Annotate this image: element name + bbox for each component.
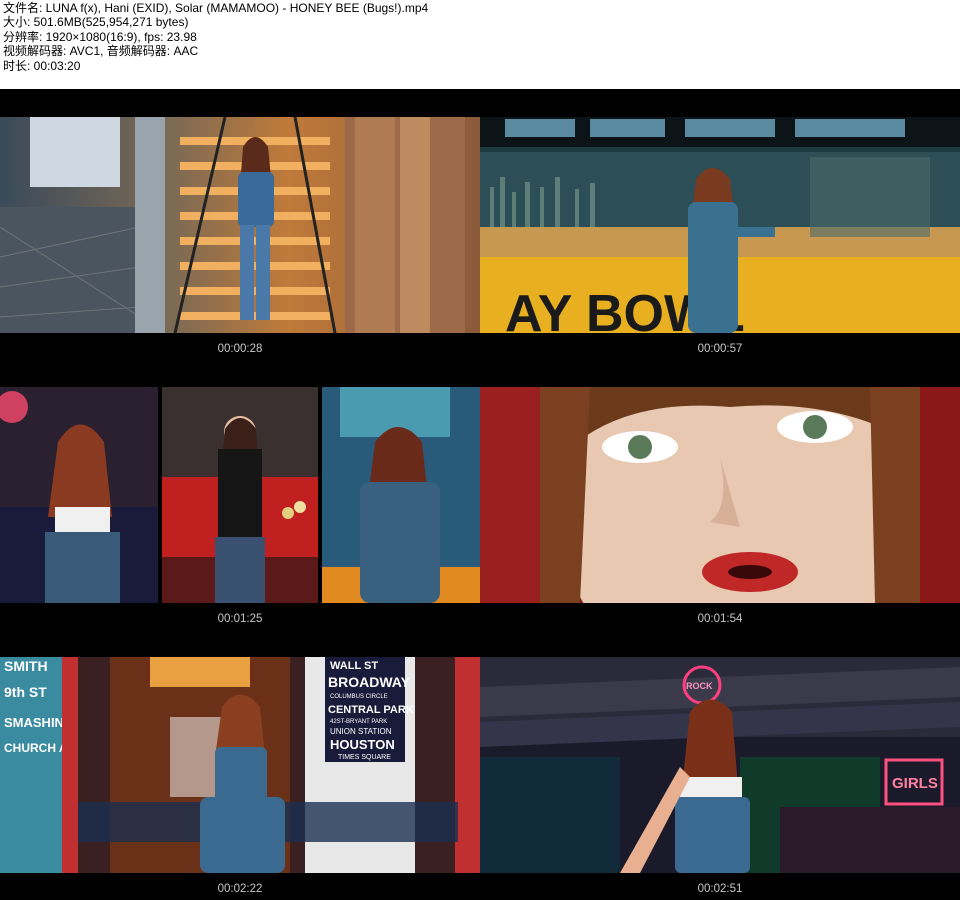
wall-text-smashin: SMASHIN [4,715,64,730]
video-resolution: 分辨率: 1920×1080(16:9), fps: 23.98 [3,29,197,44]
sign-bryant: 42ST-BRYANT PARK [330,719,387,725]
thumbnail-timestamp: 00:02:22 [217,883,263,895]
wall-text-smith: SMITH [4,658,48,674]
thumbnail-image-triptych [0,387,480,603]
file-name: 文件名: LUNA f(x), Hani (EXID), Solar (MAMA… [3,1,429,15]
thumbnail-timestamp: 00:00:57 [697,343,743,355]
thumbnail-image-closeup [480,387,960,603]
thumbnail-image-staircase [0,117,480,333]
sign-union: UNION STATION [330,727,392,736]
thumbnail-grid: 00:00:28 AY BOWL 00:00:57 00:01:25 00:01… [0,89,960,900]
thumbnail-image-neon: ROCK GIRLS [480,657,960,873]
video-duration: 时长: 00:03:20 [3,58,81,73]
sign-times-square: TIMES SQUARE [338,754,391,761]
sign-houston: HOUSTON [330,737,395,752]
neon-rock-text: ROCK [686,681,713,691]
file-size: 大小: 501.6MB(525,954,271 bytes) [3,15,189,30]
file-info-header: 文件名: LUNA f(x), Hani (EXID), Solar (MAMA… [3,1,953,87]
sign-central-park: CENTRAL PARK [328,704,414,716]
thumbnail-image-bar: AY BOWL [480,117,960,333]
thumbnail-timestamp: 00:01:54 [697,613,743,625]
thumbnail-5[interactable]: SMITH 9th ST SMASHIN CHURCH AV WALL ST B… [0,629,480,899]
neon-girls-text: GIRLS [892,775,938,792]
sign-broadway: BROADWAY [328,674,411,690]
codec-info: 视频解码器: AVC1, 音频解码器: AAC [3,44,199,59]
thumbnail-2[interactable]: AY BOWL 00:00:57 [480,89,960,359]
sign-wall-st: WALL ST [330,660,378,672]
thumbnail-6[interactable]: ROCK GIRLS 00:02:51 [480,629,960,899]
thumbnail-3[interactable]: 00:01:25 [0,359,480,629]
sign-columbus: COLUMBUS CIRCLE [330,694,388,700]
thumbnail-timestamp: 00:02:51 [697,883,743,895]
thumbnail-4[interactable]: 00:01:54 [480,359,960,629]
thumbnail-image-subway: SMITH 9th ST SMASHIN CHURCH AV WALL ST B… [0,657,480,873]
thumbnail-timestamp: 00:00:28 [217,343,263,355]
thumbnail-timestamp: 00:01:25 [217,613,263,625]
wall-text-9th: 9th ST [4,684,47,700]
thumbnail-1[interactable]: 00:00:28 [0,89,480,359]
